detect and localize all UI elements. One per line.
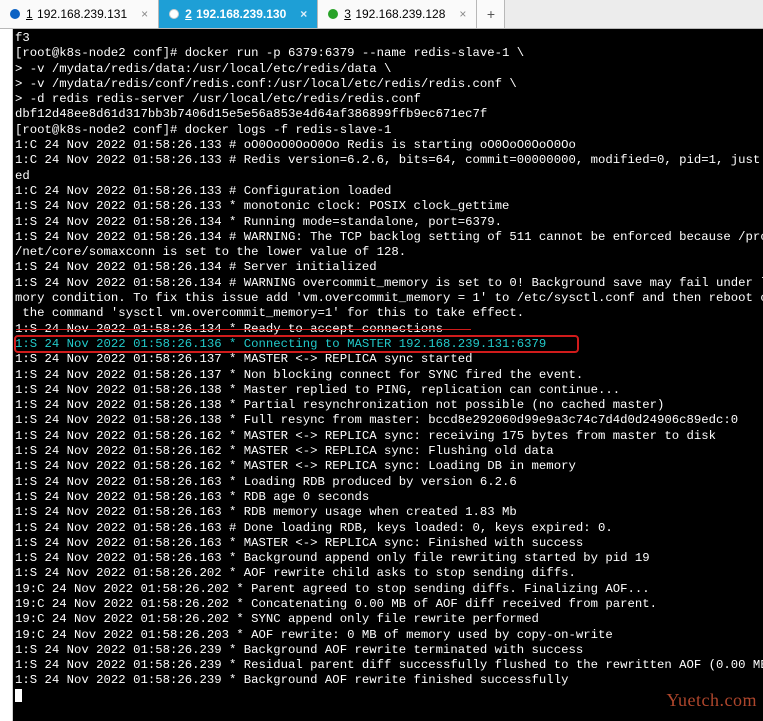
terminal-line: 1:S 24 Nov 2022 01:58:26.163 * Backgroun… — [15, 551, 761, 566]
terminal-line: [root@k8s-node2 conf]# docker logs -f re… — [15, 123, 761, 138]
terminal-line: dbf12d48ee8d61d317bb3b7406d15e5e56a853e4… — [15, 107, 761, 122]
left-gutter — [0, 29, 13, 721]
terminal-line: 1:S 24 Nov 2022 01:58:26.137 * Non block… — [15, 368, 761, 383]
terminal-line: 1:S 24 Nov 2022 01:58:26.162 * MASTER <-… — [15, 459, 761, 474]
tab-label: 1 192.168.239.131 — [26, 7, 127, 21]
terminal-line: 1:S 24 Nov 2022 01:58:26.162 * MASTER <-… — [15, 444, 761, 459]
terminal-line: 1:S 24 Nov 2022 01:58:26.163 # Done load… — [15, 521, 761, 536]
terminal-line: f3 — [15, 31, 761, 46]
terminal-line: 1:S 24 Nov 2022 01:58:26.134 # Server in… — [15, 260, 761, 275]
terminal-line: 19:C 24 Nov 2022 01:58:26.202 * Parent a… — [15, 582, 761, 597]
tab-3[interactable]: 3 192.168.239.128 × — [318, 0, 477, 28]
tab-2[interactable]: 2 192.168.239.130 × — [159, 0, 318, 28]
terminal-line: 1:S 24 Nov 2022 01:58:26.239 * Backgroun… — [15, 673, 761, 688]
terminal-line: 1:S 24 Nov 2022 01:58:26.136 * Connectin… — [15, 337, 761, 352]
close-icon[interactable]: × — [300, 7, 307, 21]
terminal-line: [root@k8s-node2 conf]# docker run -p 637… — [15, 46, 761, 61]
tab-label: 3 192.168.239.128 — [344, 7, 445, 21]
terminal-line: 1:S 24 Nov 2022 01:58:26.134 # WARNING o… — [15, 276, 761, 291]
terminal-line: /net/core/somaxconn is set to the lower … — [15, 245, 761, 260]
terminal-line: 19:C 24 Nov 2022 01:58:26.202 * SYNC app… — [15, 612, 761, 627]
terminal-line: > -d redis redis-server /usr/local/etc/r… — [15, 92, 761, 107]
terminal-line: 1:C 24 Nov 2022 01:58:26.133 # Redis ver… — [15, 153, 761, 168]
terminal-line: 1:S 24 Nov 2022 01:58:26.163 * Loading R… — [15, 475, 761, 490]
terminal-line: 1:S 24 Nov 2022 01:58:26.163 * RDB memor… — [15, 505, 761, 520]
terminal-line: 1:S 24 Nov 2022 01:58:26.137 * MASTER <-… — [15, 352, 761, 367]
terminal-line: 1:S 24 Nov 2022 01:58:26.163 * RDB age 0… — [15, 490, 761, 505]
terminal-line: 1:S 24 Nov 2022 01:58:26.133 * monotonic… — [15, 199, 761, 214]
terminal-line: mory condition. To fix this issue add 'v… — [15, 291, 761, 306]
status-dot-icon — [169, 9, 179, 19]
terminal-line: 1:C 24 Nov 2022 01:58:26.133 # oO0OoO0Oo… — [15, 138, 761, 153]
status-dot-icon — [328, 9, 338, 19]
terminal-line: 19:C 24 Nov 2022 01:58:26.203 * AOF rewr… — [15, 628, 761, 643]
terminal-line: 19:C 24 Nov 2022 01:58:26.202 * Concaten… — [15, 597, 761, 612]
tab-label: 2 192.168.239.130 — [185, 7, 286, 21]
terminal-line: 1:S 24 Nov 2022 01:58:26.163 * MASTER <-… — [15, 536, 761, 551]
terminal-line: 1:S 24 Nov 2022 01:58:26.138 * Partial r… — [15, 398, 761, 413]
close-icon[interactable]: × — [141, 7, 148, 21]
terminal-line: 1:S 24 Nov 2022 01:58:26.134 # WARNING: … — [15, 230, 761, 245]
terminal-line: 1:S 24 Nov 2022 01:58:26.138 * Master re… — [15, 383, 761, 398]
close-icon[interactable]: × — [459, 7, 466, 21]
terminal-line: 1:S 24 Nov 2022 01:58:26.202 * AOF rewri… — [15, 566, 761, 581]
terminal-line: 1:S 24 Nov 2022 01:58:26.239 * Residual … — [15, 658, 761, 673]
new-tab-button[interactable]: + — [477, 0, 505, 28]
terminal-line: 1:S 24 Nov 2022 01:58:26.134 * Running m… — [15, 215, 761, 230]
terminal-line: 1:S 24 Nov 2022 01:58:26.239 * Backgroun… — [15, 643, 761, 658]
terminal-line: 1:S 24 Nov 2022 01:58:26.138 * Full resy… — [15, 413, 761, 428]
terminal-line: 1:S 24 Nov 2022 01:58:26.162 * MASTER <-… — [15, 429, 761, 444]
terminal-line: > -v /mydata/redis/conf/redis.conf:/usr/… — [15, 77, 761, 92]
status-dot-icon — [10, 9, 20, 19]
terminal-line: > -v /mydata/redis/data:/usr/local/etc/r… — [15, 62, 761, 77]
terminal-output[interactable]: f3[root@k8s-node2 conf]# docker run -p 6… — [13, 29, 763, 721]
terminal-line: 1:S 24 Nov 2022 01:58:26.134 * Ready to … — [15, 322, 761, 337]
terminal-line: ed — [15, 169, 761, 184]
terminal-line: the command 'sysctl vm.overcommit_memory… — [15, 306, 761, 321]
terminal-line: 1:C 24 Nov 2022 01:58:26.133 # Configura… — [15, 184, 761, 199]
tab-bar: 1 192.168.239.131 × 2 192.168.239.130 × … — [0, 0, 763, 29]
tab-1[interactable]: 1 192.168.239.131 × — [0, 0, 159, 28]
terminal-cursor — [15, 689, 761, 704]
